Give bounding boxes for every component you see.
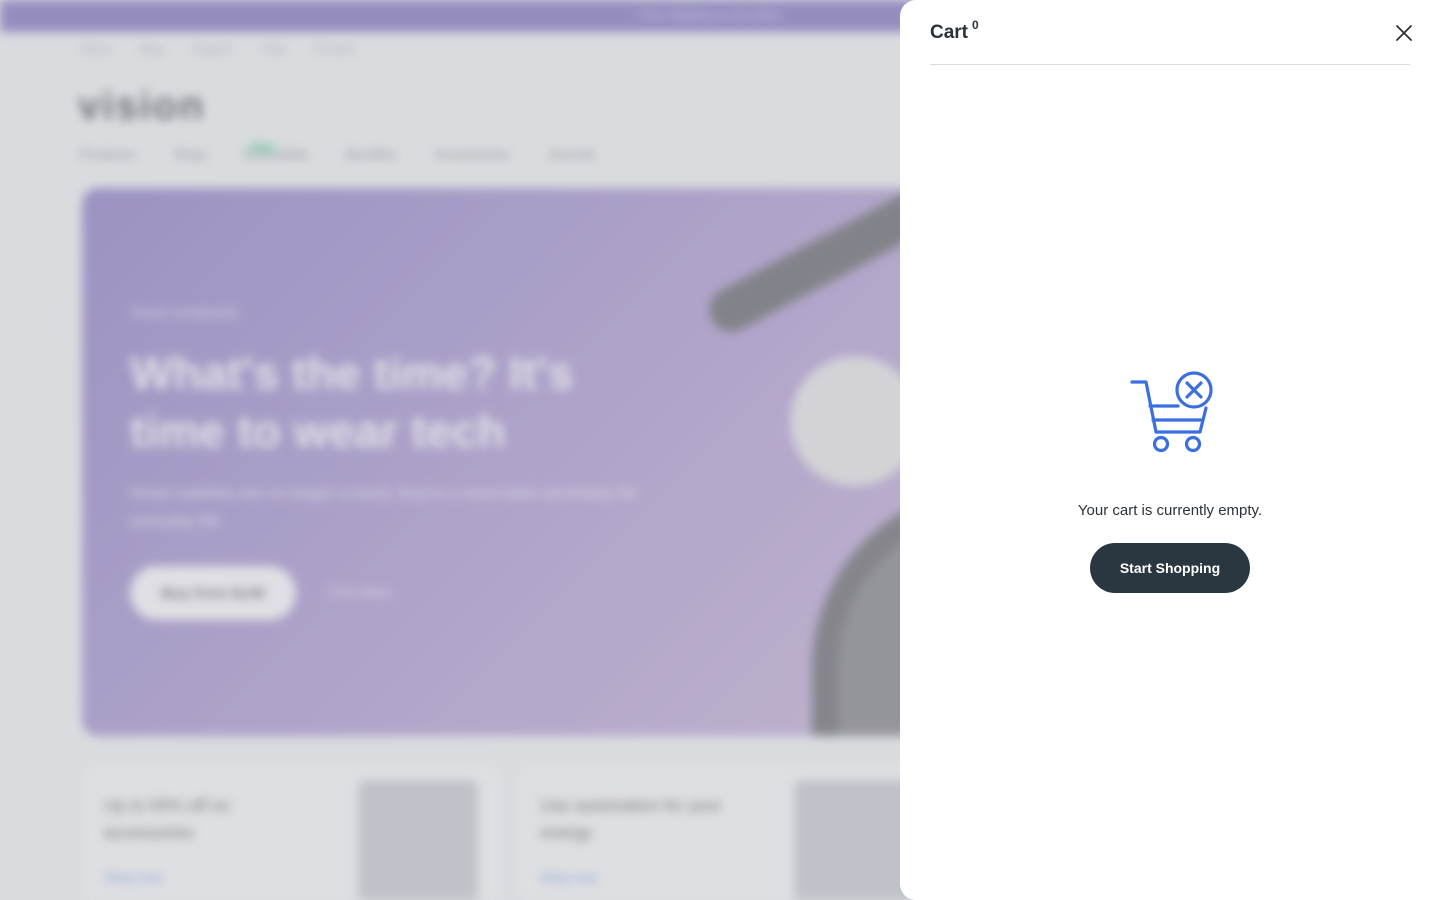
close-icon [1396, 25, 1412, 41]
empty-cart-icon [1130, 371, 1213, 453]
start-shopping-button[interactable]: Start Shopping [1090, 543, 1250, 593]
close-button[interactable] [1392, 21, 1416, 45]
cart-header: Cart 0 [930, 18, 1412, 65]
cart-count-badge: 0 [972, 18, 979, 32]
cart-title: Cart [930, 22, 969, 43]
cart-drawer: Cart 0 Your cart is currently empty. Sta… [900, 0, 1440, 900]
empty-cart-message: Your cart is currently empty. [1077, 502, 1263, 519]
